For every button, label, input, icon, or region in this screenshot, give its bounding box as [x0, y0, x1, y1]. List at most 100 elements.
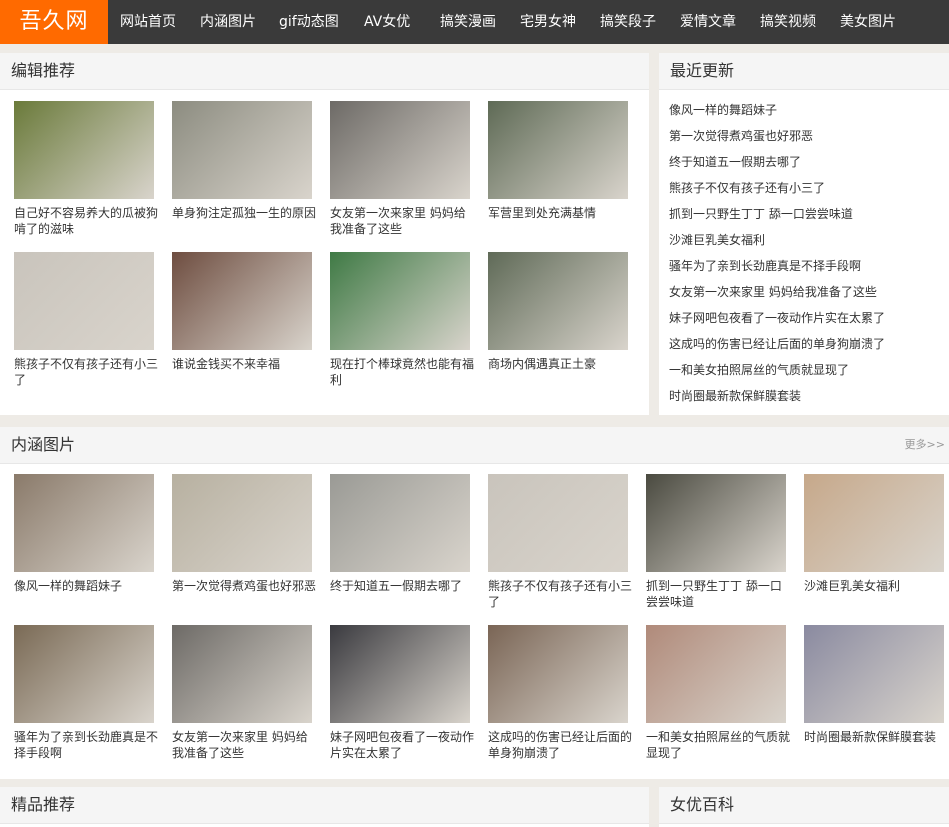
site-logo[interactable]: 吾久网 [0, 0, 108, 44]
thumbnail-caption[interactable]: 自己好不容易养大的瓜被狗啃了的滋味 [14, 205, 159, 237]
thumbnail-item[interactable]: 像风一样的舞蹈妹子 [14, 474, 156, 594]
panel-header: 最近更新 [659, 53, 949, 90]
thumbnail-image[interactable] [646, 625, 786, 723]
nav-item[interactable]: AV女优 [364, 0, 410, 44]
thumbnail-item[interactable]: 一和美女拍照屌丝的气质就显现了 [646, 625, 791, 761]
thumbnail-image[interactable] [14, 474, 154, 572]
thumbnail-caption[interactable]: 单身狗注定孤独一生的原因 [172, 205, 317, 221]
thumbnail-image[interactable] [804, 625, 944, 723]
thumbnail-caption[interactable]: 这成吗的伤害已经让后面的单身狗崩溃了 [488, 729, 633, 761]
thumbnail-caption[interactable]: 骚年为了亲到长劲鹿真是不择手段啊 [14, 729, 159, 761]
nav-item[interactable]: 内涵图片 [200, 0, 256, 44]
thumbnail-item[interactable]: 现在打个棒球竟然也能有福利 [330, 252, 475, 388]
thumbnail-caption[interactable]: 时尚圈最新款保鲜膜套装 [804, 729, 949, 745]
thumbnail-item[interactable]: 单身狗注定孤独一生的原因 [172, 101, 317, 221]
thumbnail-image[interactable] [172, 252, 312, 350]
thumbnail-image[interactable] [330, 625, 470, 723]
recent-list: 像风一样的舞蹈妹子 第一次觉得煮鸡蛋也好邪恶 终于知道五一假期去哪了 熊孩子不仅有孩子… [669, 97, 885, 409]
more-link[interactable]: 更多>> [905, 427, 945, 463]
editor-picks-panel: 编辑推荐 自己好不容易养大的瓜被狗啃了的滋味 单身狗注定孤独一生的原因 女友第一次来… [0, 53, 649, 415]
panel-title: 精品推荐 [11, 795, 76, 814]
thumbnail-item[interactable]: 女友第一次来家里 妈妈给我准备了这些 [172, 625, 314, 761]
thumbnail-image[interactable] [488, 474, 628, 572]
thumbnail-caption[interactable]: 沙滩巨乳美女福利 [804, 578, 949, 594]
recent-item[interactable]: 抓到一只野生丁丁 舔一口尝尝味道 [669, 201, 885, 227]
thumbnail-caption[interactable]: 第一次觉得煮鸡蛋也好邪恶 [172, 578, 317, 594]
thumbnail-image[interactable] [488, 625, 628, 723]
thumbnail-caption[interactable]: 女友第一次来家里 妈妈给我准备了这些 [172, 729, 317, 761]
recent-updates-panel: 最近更新 像风一样的舞蹈妹子 第一次觉得煮鸡蛋也好邪恶 终于知道五一假期去哪了 熊孩子… [659, 53, 949, 415]
top-navigation-bar: 吾久网 网站首页 内涵图片 gif动态图 AV女优 搞笑漫画 宅男女神 搞笑段子 爱情文章 搞笑… [0, 0, 949, 44]
recent-item[interactable]: 女友第一次来家里 妈妈给我准备了这些 [669, 279, 885, 305]
nav-item[interactable]: 搞笑视频 [760, 0, 816, 44]
thumbnail-caption[interactable]: 熊孩子不仅有孩子还有小三了 [488, 578, 633, 610]
thumbnail-caption[interactable]: 军营里到处充满基情 [488, 205, 633, 221]
thumbnail-image[interactable] [804, 474, 944, 572]
thumbnail-image[interactable] [330, 252, 470, 350]
nav-item[interactable]: 网站首页 [120, 0, 176, 44]
thumbnail-caption[interactable]: 女友第一次来家里 妈妈给我准备了这些 [330, 205, 475, 237]
thumbnail-item[interactable]: 终于知道五一假期去哪了 [330, 474, 472, 594]
panel-header: 女优百科 [659, 787, 949, 824]
recent-item[interactable]: 骚年为了亲到长劲鹿真是不择手段啊 [669, 253, 885, 279]
nav-item[interactable]: 宅男女神 [520, 0, 576, 44]
nav-item[interactable]: 爱情文章 [680, 0, 736, 44]
recent-item[interactable]: 熊孩子不仅有孩子还有小三了 [669, 175, 885, 201]
nav-item[interactable]: 美女图片 [840, 0, 896, 44]
thumbnail-image[interactable] [488, 252, 628, 350]
nav-item[interactable]: 搞笑漫画 [440, 0, 496, 44]
thumbnail-item[interactable]: 抓到一只野生丁丁 舔一口尝尝味道 [646, 474, 788, 610]
thumbnail-item[interactable]: 谁说金钱买不来幸福 [172, 252, 314, 372]
thumbnail-image[interactable] [646, 474, 786, 572]
recent-item[interactable]: 妹子网吧包夜看了一夜动作片实在太累了 [669, 305, 885, 331]
thumbnail-image[interactable] [172, 625, 312, 723]
thumbnail-caption[interactable]: 现在打个棒球竟然也能有福利 [330, 356, 475, 388]
panel-header: 编辑推荐 [0, 53, 649, 90]
thumbnail-caption[interactable]: 熊孩子不仅有孩子还有小三了 [14, 356, 159, 388]
thumbnail-item[interactable]: 熊孩子不仅有孩子还有小三了 [14, 252, 159, 388]
recent-item[interactable]: 这成吗的伤害已经让后面的单身狗崩溃了 [669, 331, 885, 357]
thumbnail-caption[interactable]: 抓到一只野生丁丁 舔一口尝尝味道 [646, 578, 791, 610]
thumbnail-item[interactable]: 这成吗的伤害已经让后面的单身狗崩溃了 [488, 625, 633, 761]
thumbnail-item[interactable]: 熊孩子不仅有孩子还有小三了 [488, 474, 633, 610]
actress-wiki-panel: 女优百科 [659, 787, 949, 827]
thumbnail-caption[interactable]: 一和美女拍照屌丝的气质就显现了 [646, 729, 791, 761]
panel-header: 精品推荐 [0, 787, 649, 824]
panel-title: 最近更新 [670, 61, 735, 80]
nav-item[interactable]: 搞笑段子 [600, 0, 656, 44]
thumbnail-item[interactable]: 沙滩巨乳美女福利 [804, 474, 946, 594]
thumbnail-image[interactable] [14, 252, 154, 350]
thumbnail-caption[interactable]: 商场内偶遇真正土豪 [488, 356, 633, 372]
panel-title: 编辑推荐 [11, 61, 76, 80]
thumbnail-item[interactable]: 时尚圈最新款保鲜膜套装 [804, 625, 946, 745]
thumbnail-item[interactable]: 商场内偶遇真正土豪 [488, 252, 630, 372]
thumbnail-image[interactable] [488, 101, 628, 199]
panel-header: 内涵图片 更多>> [0, 427, 949, 464]
panel-title: 女优百科 [670, 795, 735, 814]
recent-item[interactable]: 沙滩巨乳美女福利 [669, 227, 885, 253]
thumbnail-caption[interactable]: 像风一样的舞蹈妹子 [14, 578, 159, 594]
recent-item[interactable]: 第一次觉得煮鸡蛋也好邪恶 [669, 123, 885, 149]
panel-title: 内涵图片 [11, 435, 76, 454]
recent-item[interactable]: 时尚圈最新款保鲜膜套装 [669, 383, 885, 409]
thumbnail-caption[interactable]: 谁说金钱买不来幸福 [172, 356, 317, 372]
recent-item[interactable]: 终于知道五一假期去哪了 [669, 149, 885, 175]
thumbnail-caption[interactable]: 妹子网吧包夜看了一夜动作片实在太累了 [330, 729, 475, 761]
thumbnail-item[interactable]: 骚年为了亲到长劲鹿真是不择手段啊 [14, 625, 159, 761]
nav-item[interactable]: gif动态图 [279, 0, 339, 44]
thumbnail-image[interactable] [14, 101, 154, 199]
thumbnail-image[interactable] [172, 101, 312, 199]
featured-panel: 精品推荐 [0, 787, 649, 827]
recent-item[interactable]: 像风一样的舞蹈妹子 [669, 97, 885, 123]
thumbnail-image[interactable] [14, 625, 154, 723]
thumbnail-image[interactable] [330, 101, 470, 199]
recent-item[interactable]: 一和美女拍照屌丝的气质就显现了 [669, 357, 885, 383]
thumbnail-item[interactable]: 妹子网吧包夜看了一夜动作片实在太累了 [330, 625, 475, 761]
thumbnail-item[interactable]: 女友第一次来家里 妈妈给我准备了这些 [330, 101, 472, 237]
thumbnail-item[interactable]: 第一次觉得煮鸡蛋也好邪恶 [172, 474, 317, 594]
thumbnail-image[interactable] [172, 474, 312, 572]
thumbnail-item[interactable]: 自己好不容易养大的瓜被狗啃了的滋味 [14, 101, 159, 237]
thumbnail-image[interactable] [330, 474, 470, 572]
thumbnail-item[interactable]: 军营里到处充满基情 [488, 101, 630, 221]
thumbnail-caption[interactable]: 终于知道五一假期去哪了 [330, 578, 475, 594]
